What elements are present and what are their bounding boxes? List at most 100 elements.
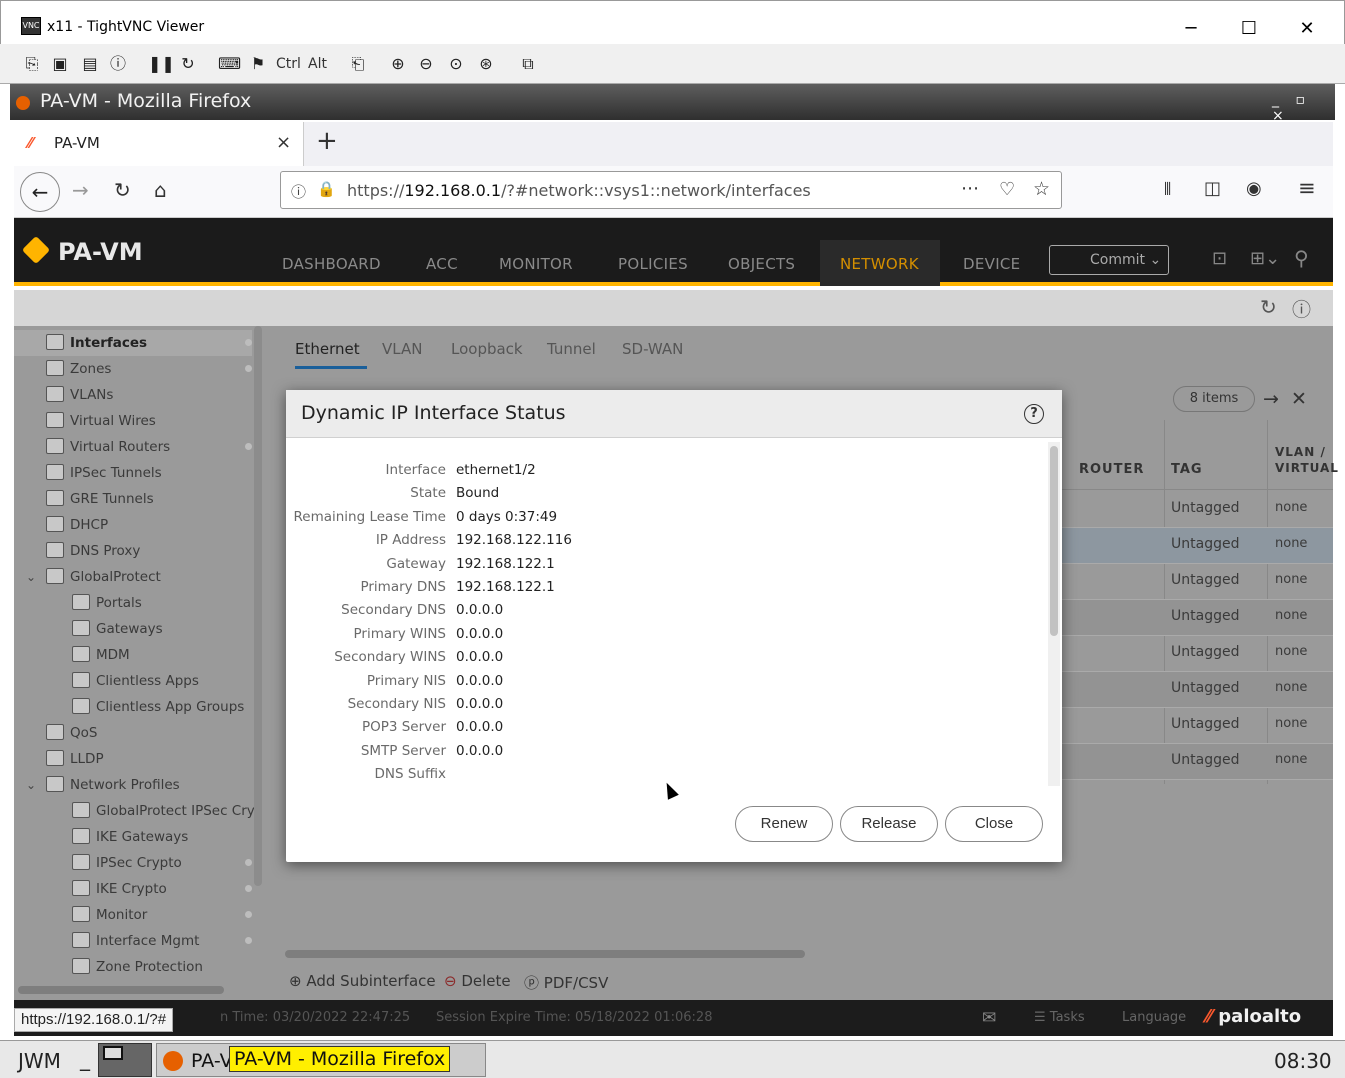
table-row[interactable]: Untagged none	[1059, 744, 1333, 780]
account-icon[interactable]: ◉	[1246, 178, 1262, 199]
tasks-button[interactable]: ☰ Tasks	[1034, 1010, 1085, 1025]
pager-icon[interactable]	[98, 1043, 152, 1077]
wm-menu-button[interactable]: JWM	[18, 1049, 61, 1073]
new-connection-icon[interactable]: ⎘	[22, 54, 42, 74]
dialog-scrollbar[interactable]	[1048, 442, 1060, 786]
renew-button[interactable]: Renew	[735, 806, 833, 842]
sidebar-item[interactable]: Virtual Routers	[46, 434, 252, 460]
sidebar-item[interactable]: Interfaces	[14, 330, 252, 356]
close-dialog-button[interactable]: Close	[945, 806, 1043, 842]
taskbar-firefox-task[interactable]: PA-V PA-VM - Mozilla Firefox	[156, 1043, 486, 1077]
forward-button[interactable]: →	[72, 178, 89, 202]
sidebar-item[interactable]: Virtual Wires	[46, 408, 252, 434]
page-actions-icon[interactable]: ⋯	[961, 178, 979, 199]
fullscreen-icon[interactable]: ⧉	[518, 54, 538, 74]
mail-icon[interactable]: ✉	[982, 1008, 996, 1028]
sidebar-item[interactable]: Interface Mgmt	[72, 928, 252, 954]
sidebar-item[interactable]: ⌄ GlobalProtect	[26, 564, 252, 590]
sidebar-item[interactable]: IPSec Tunnels	[46, 460, 252, 486]
close-button[interactable]: ✕	[1292, 17, 1322, 41]
sidebar-item[interactable]: Clientless Apps	[72, 668, 252, 694]
tab-loopback[interactable]: Loopback	[451, 340, 523, 358]
pause-icon[interactable]: ❚❚	[148, 54, 175, 74]
sidebar-item[interactable]: IKE Gateways	[72, 824, 252, 850]
language-button[interactable]: Language	[1122, 1010, 1186, 1025]
browser-tab[interactable]: ⁄⁄ PA-VM ×	[14, 122, 304, 166]
firefox-window-controls[interactable]: _ ▫ ×	[1272, 92, 1335, 124]
sidebar-item[interactable]: Zones	[46, 356, 252, 382]
sidebar-item[interactable]: QoS	[46, 720, 252, 746]
sidebar-scrollbar[interactable]	[254, 326, 262, 886]
tab-vlan[interactable]: VLAN	[382, 340, 422, 358]
nav-dashboard[interactable]: DASHBOARD	[282, 255, 381, 273]
tab-ethernet[interactable]: Ethernet	[295, 340, 360, 358]
new-tab-button[interactable]: +	[316, 126, 338, 156]
nav-policies[interactable]: POLICIES	[618, 255, 688, 273]
sidebar-toggle-icon[interactable]: ◫	[1204, 178, 1221, 199]
sidebar-item[interactable]: GlobalProtect IPSec Cry	[72, 798, 255, 824]
nav-objects[interactable]: OBJECTS	[728, 255, 795, 273]
zoom-fit-icon[interactable]: ⊛	[476, 54, 496, 74]
ctrl-key-button[interactable]: Ctrl	[276, 56, 301, 72]
tab-sdwan[interactable]: SD-WAN	[622, 340, 683, 358]
reload-icon[interactable]: ↻	[114, 178, 131, 202]
sidebar-item[interactable]: Clientless App Groups	[72, 694, 252, 720]
sidebar-item[interactable]: DNS Proxy	[46, 538, 252, 564]
site-info-icon[interactable]: ⓘ	[291, 181, 306, 202]
release-button[interactable]: Release	[840, 806, 938, 842]
sidebar-item[interactable]: Zone Protection	[72, 954, 252, 980]
ctrl-alt-del-icon[interactable]: ⌨	[218, 54, 241, 74]
menu-icon[interactable]: ≡	[1298, 176, 1316, 200]
refresh-icon[interactable]: ↻	[178, 54, 198, 74]
nav-device[interactable]: DEVICE	[963, 255, 1020, 273]
table-row[interactable]: Untagged none	[1059, 708, 1333, 744]
zoom-100-icon[interactable]: ⊙	[446, 54, 466, 74]
grid-hscrollbar[interactable]	[285, 950, 805, 958]
search-icon[interactable]: ⚲	[1294, 246, 1309, 270]
zoom-in-icon[interactable]: ⊕	[388, 54, 408, 74]
delete-button[interactable]: ⊖ Delete	[444, 972, 511, 990]
col-tag[interactable]: TAG	[1171, 462, 1203, 477]
sidebar-item[interactable]: ⌄ Network Profiles	[26, 772, 252, 798]
sidebar-item[interactable]: LLDP	[46, 746, 252, 772]
zoom-out-icon[interactable]: ⊖	[416, 54, 436, 74]
pdf-csv-button[interactable]: ⓟ PDF/CSV	[524, 972, 608, 993]
sidebar-item[interactable]: Portals	[72, 590, 252, 616]
refresh-page-icon[interactable]: ↻	[1260, 295, 1277, 319]
sidebar-hscrollbar[interactable]	[18, 986, 224, 994]
show-desktop-button[interactable]: _	[80, 1047, 90, 1071]
sidebar-item[interactable]: MDM	[72, 642, 252, 668]
dialog-scroll-thumb[interactable]	[1050, 446, 1058, 636]
help-icon[interactable]: ⓘ	[1292, 295, 1311, 322]
nav-network[interactable]: NETWORK	[840, 255, 919, 273]
expand-chevron-icon[interactable]: ⌄	[26, 772, 36, 798]
sidebar-item[interactable]: IPSec Crypto	[72, 850, 252, 876]
col-router[interactable]: ROUTER	[1079, 462, 1144, 477]
bookmark-star-icon[interactable]: ☆	[1033, 178, 1050, 200]
table-row-selected[interactable]: Untagged none	[1059, 528, 1333, 564]
clipboard-icon[interactable]: ⎗	[348, 54, 368, 74]
pocket-icon[interactable]: ♡	[999, 179, 1015, 200]
nav-acc[interactable]: ACC	[426, 255, 458, 273]
tab-tunnel[interactable]: Tunnel	[547, 340, 596, 358]
nav-monitor[interactable]: MONITOR	[499, 255, 573, 273]
minimize-button[interactable]: ─	[1176, 17, 1206, 41]
sidebar-item[interactable]: Monitor	[72, 902, 252, 928]
sidebar-item[interactable]: VLANs	[46, 382, 252, 408]
ctrl-esc-icon[interactable]: ⚑	[248, 54, 268, 74]
maximize-button[interactable]: ☐	[1234, 17, 1264, 41]
table-row[interactable]: Untagged none	[1059, 492, 1333, 528]
config-menu-icon[interactable]: ⊞⌄	[1250, 248, 1280, 269]
commit-button[interactable]: Commit ⌄	[1049, 245, 1169, 275]
library-icon[interactable]: ⫴	[1164, 180, 1171, 200]
table-row[interactable]: Untagged none	[1059, 600, 1333, 636]
url-bar[interactable]: ⓘ 🔒 https://192.168.0.1/?#network::vsys1…	[280, 171, 1062, 209]
alt-key-button[interactable]: Alt	[308, 56, 327, 72]
url-text[interactable]: https://192.168.0.1/?#network::vsys1::ne…	[347, 181, 811, 200]
table-row[interactable]: Untagged none	[1059, 636, 1333, 672]
lock-config-icon[interactable]: ⊡	[1212, 248, 1227, 269]
expand-chevron-icon[interactable]: ⌄	[26, 564, 36, 590]
sidebar-item[interactable]: IKE Crypto	[72, 876, 252, 902]
table-row[interactable]: Untagged none	[1059, 672, 1333, 708]
table-row[interactable]: Untagged none	[1059, 564, 1333, 600]
